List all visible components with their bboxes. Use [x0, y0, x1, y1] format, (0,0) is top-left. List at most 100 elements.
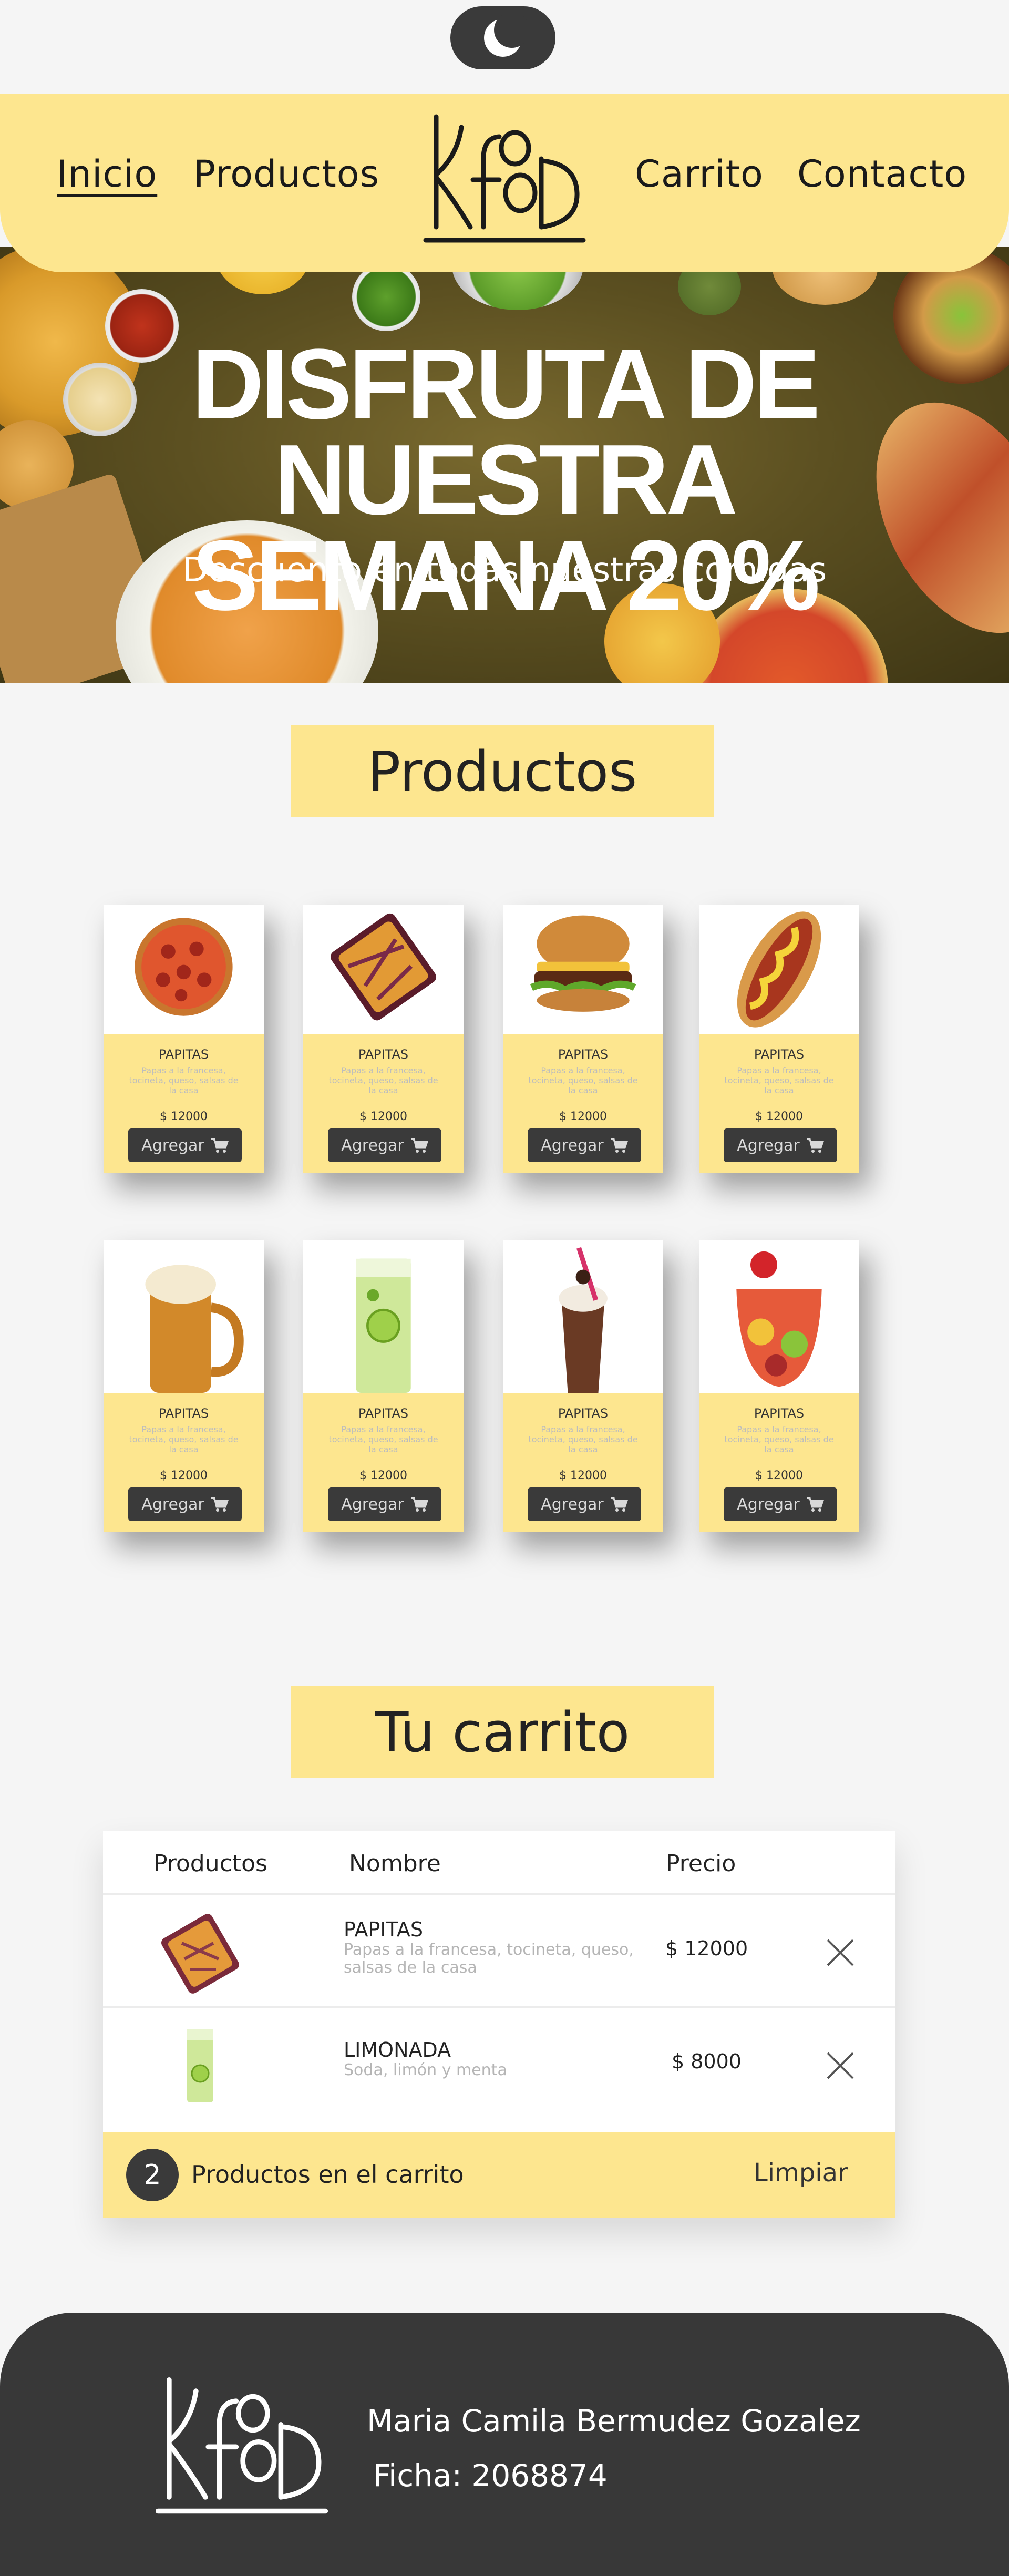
hero-title-line1: DISFRUTA DE NUESTRA — [191, 329, 820, 536]
product-name: PAPITAS — [358, 1047, 409, 1062]
product-description: Papas a la francesa, tocineta, queso, sa… — [328, 1424, 438, 1454]
cart-header-products: Productos — [153, 1850, 267, 1877]
hero-banner: DISFRUTA DE NUESTRA SEMANA 20% Descuento… — [0, 247, 1009, 683]
product-image — [503, 905, 663, 1034]
nav-contacto[interactable]: Contacto — [797, 152, 967, 196]
cart-header-name: Nombre — [349, 1850, 441, 1877]
product-image — [104, 1240, 264, 1393]
cart-header-price: Precio — [666, 1850, 736, 1877]
cart-icon — [610, 1497, 628, 1512]
add-to-cart-label: Agregar — [341, 1136, 404, 1155]
add-to-cart-label: Agregar — [141, 1495, 204, 1514]
cart-item-name: PAPITAS — [344, 1918, 423, 1941]
nav-productos[interactable]: Productos — [193, 152, 379, 196]
product-name: PAPITAS — [158, 1406, 209, 1421]
cart-icon — [806, 1497, 824, 1512]
product-image — [503, 1240, 663, 1393]
cart-table: Productos Nombre Precio PAPITAS Papas a … — [103, 1831, 895, 2218]
footer-author-name: Maria Camila Bermudez Gozalez — [367, 2403, 861, 2439]
cart-count-label: Productos en el carrito — [191, 2160, 464, 2189]
remove-item-icon[interactable] — [823, 1936, 857, 1969]
product-image-art — [530, 915, 636, 1012]
product-card: PAPITAS Papas a la francesa, tocineta, qu… — [503, 1240, 663, 1532]
products-section-title: Productos — [291, 725, 714, 817]
product-image-art — [145, 1265, 244, 1393]
product-name: PAPITAS — [558, 1406, 609, 1421]
nav-carrito[interactable]: Carrito — [635, 152, 764, 196]
product-name: PAPITAS — [558, 1047, 609, 1062]
product-description: Papas a la francesa, tocineta, queso, sa… — [129, 1424, 239, 1454]
cart-item-desc: Soda, limón y menta — [344, 2061, 507, 2079]
product-name: PAPITAS — [358, 1406, 409, 1421]
product-price: $ 12000 — [755, 1110, 803, 1123]
add-to-cart-label: Agregar — [541, 1136, 604, 1155]
product-image — [104, 905, 264, 1034]
cart-item-image — [161, 1914, 239, 1994]
kfood-logo-footer — [155, 2377, 328, 2514]
product-description: Papas a la francesa, tocineta, queso, sa… — [724, 1065, 834, 1095]
pepper-bowl-image — [352, 263, 420, 331]
cart-row: LIMONADA Soda, limón y menta $ 8000 — [103, 2006, 895, 2119]
add-to-cart-label: Agregar — [341, 1495, 404, 1514]
product-card: PAPITAS Papas a la francesa, tocineta, qu… — [699, 1240, 859, 1532]
add-to-cart-button[interactable]: Agregar — [328, 1487, 441, 1521]
hero-subtitle: Descuento en todas nuestras comidas — [182, 551, 827, 590]
product-card: PAPITAS Papas a la francesa, tocineta, qu… — [699, 905, 859, 1173]
site-header: Inicio Productos Carrito Contacto — [0, 94, 1009, 272]
cart-item-desc: Papas a la francesa, tocineta, queso, sa… — [344, 1941, 634, 1977]
product-image-art — [330, 913, 437, 1021]
product-name: PAPITAS — [754, 1047, 805, 1062]
clear-cart-button[interactable]: Limpiar — [754, 2158, 848, 2188]
theme-toggle-button[interactable] — [450, 6, 555, 69]
add-to-cart-button[interactable]: Agregar — [724, 1128, 837, 1162]
add-to-cart-button[interactable]: Agregar — [724, 1487, 837, 1521]
nav-inicio[interactable]: Inicio — [57, 152, 157, 196]
product-image — [303, 1240, 464, 1393]
product-description: Papas a la francesa, tocineta, queso, sa… — [528, 1424, 638, 1454]
product-image-art — [356, 1258, 411, 1393]
footer-ficha: Ficha: 2068874 — [373, 2458, 608, 2493]
product-card: PAPITAS Papas a la francesa, tocineta, qu… — [104, 905, 264, 1173]
product-price: $ 12000 — [359, 1110, 407, 1123]
product-name: PAPITAS — [754, 1406, 805, 1421]
add-to-cart-button[interactable]: Agregar — [328, 1128, 441, 1162]
product-description: Papas a la francesa, tocineta, queso, sa… — [724, 1424, 834, 1454]
product-description: Papas a la francesa, tocineta, queso, sa… — [129, 1065, 239, 1095]
add-to-cart-button[interactable]: Agregar — [528, 1128, 641, 1162]
product-card: PAPITAS Papas a la francesa, tocineta, qu… — [303, 1240, 464, 1532]
cart-icon — [410, 1497, 428, 1512]
product-image — [699, 905, 859, 1034]
product-image-art — [737, 911, 821, 1028]
product-card: PAPITAS Papas a la francesa, tocineta, qu… — [104, 1240, 264, 1532]
add-to-cart-label: Agregar — [737, 1136, 800, 1155]
product-image — [303, 905, 464, 1034]
site-footer: Maria Camila Bermudez Gozalez Ficha: 206… — [0, 2313, 1009, 2576]
cart-item-name: LIMONADA — [344, 2038, 451, 2061]
cart-icon — [410, 1138, 428, 1153]
cart-footer: 2 Productos en el carrito Limpiar — [103, 2132, 895, 2218]
cart-item-price: $ 12000 — [665, 1937, 748, 1960]
add-to-cart-button[interactable]: Agregar — [128, 1128, 242, 1162]
cart-section-title: Tu carrito — [291, 1686, 714, 1778]
product-price: $ 12000 — [160, 1110, 208, 1123]
cart-icon — [610, 1138, 628, 1153]
product-price: $ 12000 — [359, 1469, 407, 1482]
cart-count-badge: 2 — [126, 2149, 179, 2201]
product-image-art — [559, 1247, 608, 1393]
cart-item-price: $ 8000 — [672, 2050, 742, 2073]
remove-item-icon[interactable] — [823, 2049, 857, 2082]
kfood-logo[interactable] — [420, 106, 589, 248]
cart-icon — [211, 1497, 229, 1512]
add-to-cart-label: Agregar — [541, 1495, 604, 1514]
add-to-cart-label: Agregar — [141, 1136, 204, 1155]
product-card: PAPITAS Papas a la francesa, tocineta, qu… — [503, 905, 663, 1173]
cart-item-image — [187, 2029, 213, 2102]
add-to-cart-label: Agregar — [737, 1495, 800, 1514]
product-card: PAPITAS Papas a la francesa, tocineta, qu… — [303, 905, 464, 1173]
product-image — [699, 1240, 859, 1393]
add-to-cart-button[interactable]: Agregar — [528, 1487, 641, 1521]
add-to-cart-button[interactable]: Agregar — [128, 1487, 242, 1521]
product-price: $ 12000 — [160, 1469, 208, 1482]
moon-icon — [484, 14, 527, 57]
product-description: Papas a la francesa, tocineta, queso, sa… — [528, 1065, 638, 1095]
